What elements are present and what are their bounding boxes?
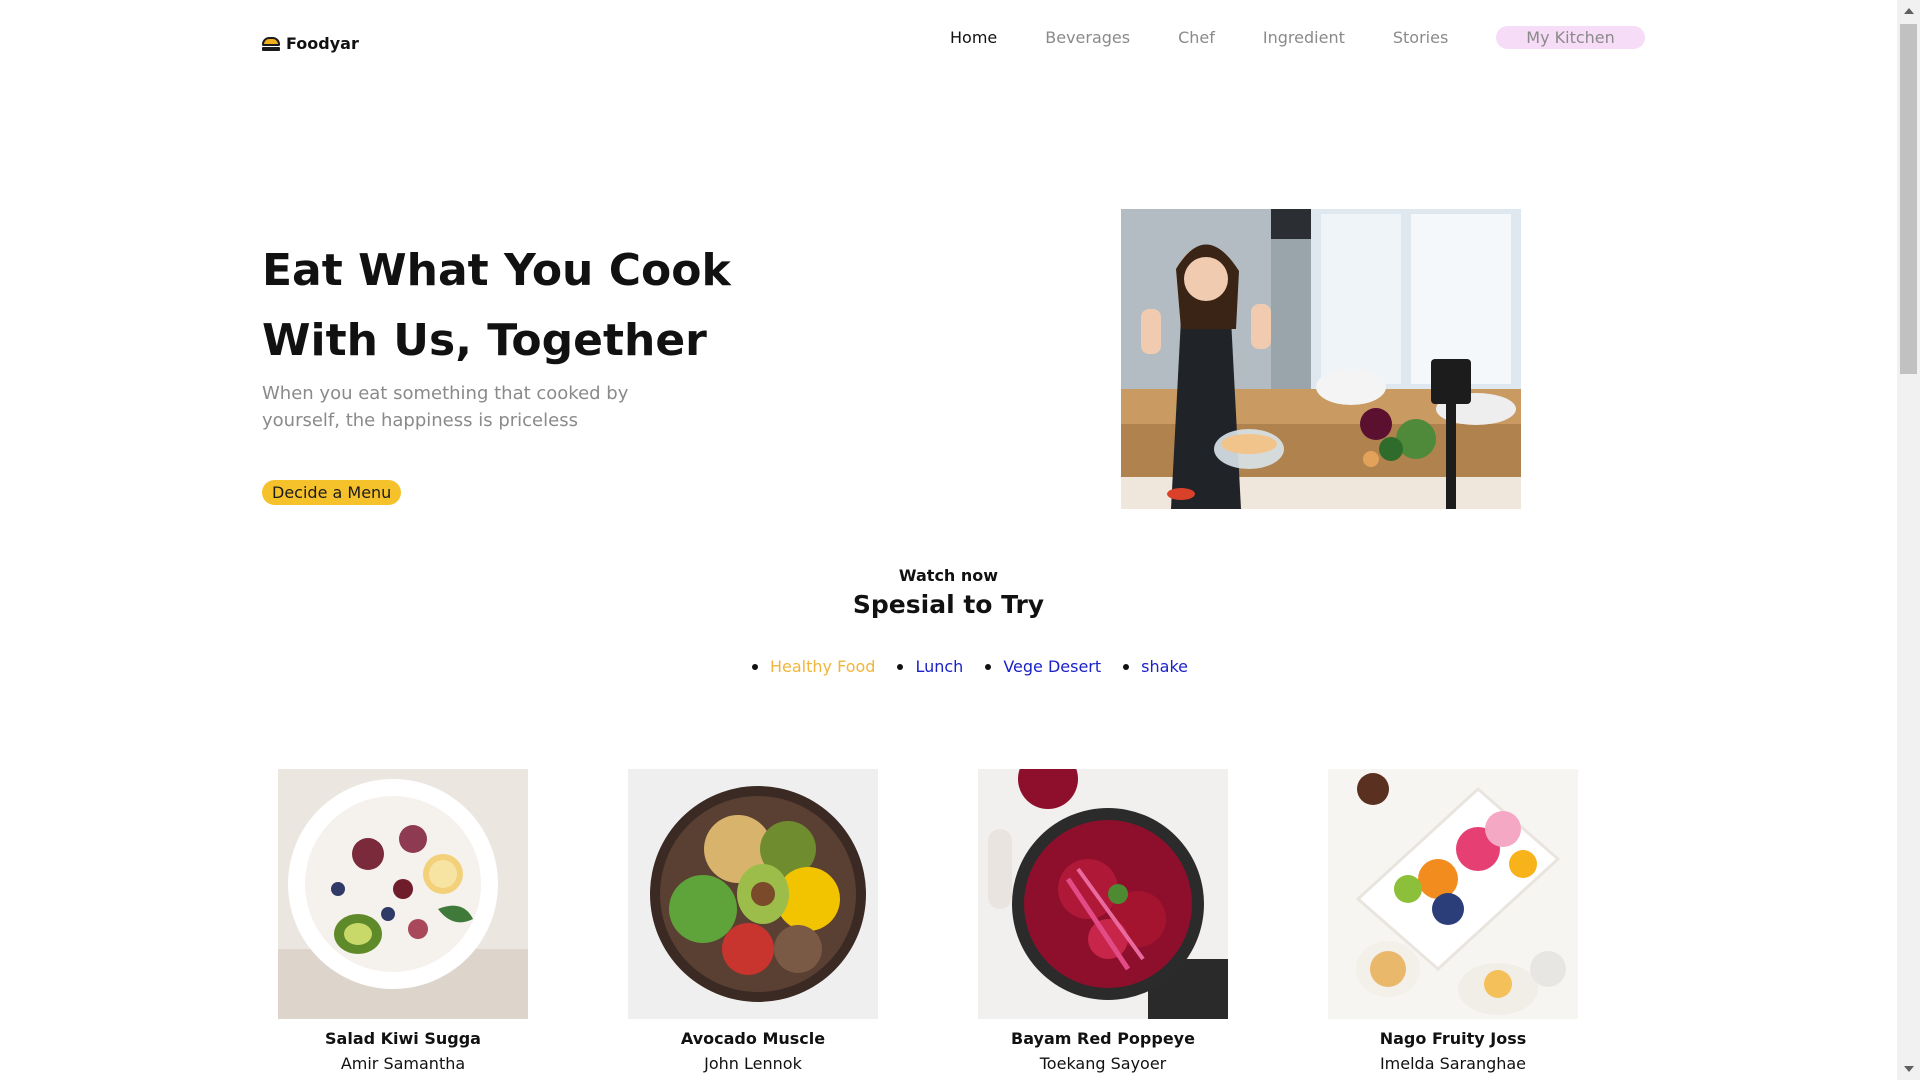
recipe-author: Amir Samantha <box>340 1054 466 1073</box>
brand-name: Foodyar <box>286 34 359 53</box>
tab-label: Vege Desert <box>1003 657 1102 676</box>
tab-lunch[interactable]: Lunch <box>897 657 963 676</box>
decide-menu-button[interactable]: Decide a Menu <box>262 480 402 505</box>
recipe-image <box>278 769 528 1019</box>
hero-title-line-1: Eat What You Cook <box>262 245 731 296</box>
recipe-author: Imelda Saranghae <box>1379 1054 1527 1073</box>
hero-subtitle: When you eat something that cooked by yo… <box>262 383 629 431</box>
recipe-name: Salad Kiwi Sugga <box>325 1029 481 1048</box>
scroll-down-arrow-icon[interactable] <box>1904 1066 1914 1072</box>
avocado-bowl-image <box>628 769 878 1019</box>
fruit-platter-image <box>1328 769 1578 1019</box>
vertical-scrollbar[interactable] <box>1897 0 1920 1080</box>
tab-healthy-food[interactable]: Healthy Food <box>752 657 875 676</box>
tab-shake[interactable]: shake <box>1123 657 1188 676</box>
scrollbar-thumb[interactable] <box>1900 24 1917 374</box>
section-eyebrow: Watch now <box>898 566 999 585</box>
recipe-card[interactable]: Bayam Red Poppeye Toekang Sayoer <box>978 769 1228 1073</box>
scroll-up-arrow-icon[interactable] <box>1904 8 1914 14</box>
hero-title: Eat What You Cook With Us, Together <box>262 236 822 376</box>
tab-label: shake <box>1141 657 1188 676</box>
burger-icon <box>262 36 280 51</box>
chef-kitchen-illustration <box>1121 209 1521 509</box>
section-title: Spesial to Try <box>852 590 1045 619</box>
page: Foodyar Home Beverages Chef Ingredient S… <box>0 0 1897 1080</box>
recipe-name: Nago Fruity Joss <box>1379 1029 1527 1048</box>
recipe-name: Avocado Muscle <box>680 1029 826 1048</box>
recipe-image <box>628 769 878 1019</box>
recipe-author: Toekang Sayoer <box>1039 1054 1167 1073</box>
recipe-card[interactable]: Nago Fruity Joss Imelda Saranghae <box>1328 769 1578 1073</box>
recipe-card[interactable]: Salad Kiwi Sugga Amir Samantha <box>278 769 528 1073</box>
brand-logo[interactable]: Foodyar <box>262 34 359 53</box>
hero-title-line-2: With Us, Together <box>262 315 707 366</box>
tab-label: Healthy Food <box>770 657 876 676</box>
bullet-icon <box>897 663 904 670</box>
recipe-name: Bayam Red Poppeye <box>1011 1029 1195 1048</box>
recipe-author: John Lennok <box>704 1054 802 1073</box>
my-kitchen-button[interactable]: My Kitchen <box>1496 26 1645 49</box>
recipe-card[interactable]: Avocado Muscle John Lennok <box>628 769 878 1073</box>
red-soup-image <box>978 769 1228 1019</box>
recipe-image <box>978 769 1228 1019</box>
nav-ingredient[interactable]: Ingredient <box>1263 28 1345 47</box>
nav-beverages[interactable]: Beverages <box>1045 28 1130 47</box>
salad-kiwi-image <box>278 769 528 1019</box>
category-tabs: Healthy Food Lunch Vege Desert shake <box>752 657 1210 676</box>
nav-stories[interactable]: Stories <box>1393 28 1448 47</box>
tab-vege-desert[interactable]: Vege Desert <box>985 657 1101 676</box>
tab-label: Lunch <box>915 657 964 676</box>
main-nav: Home Beverages Chef Ingredient Stories M… <box>950 26 1645 49</box>
bullet-icon <box>985 663 992 670</box>
hero-image <box>1121 209 1521 509</box>
recipe-image <box>1328 769 1578 1019</box>
bullet-icon <box>1123 663 1130 670</box>
bullet-icon <box>752 663 758 670</box>
nav-chef[interactable]: Chef <box>1178 28 1215 47</box>
nav-home[interactable]: Home <box>950 28 997 47</box>
